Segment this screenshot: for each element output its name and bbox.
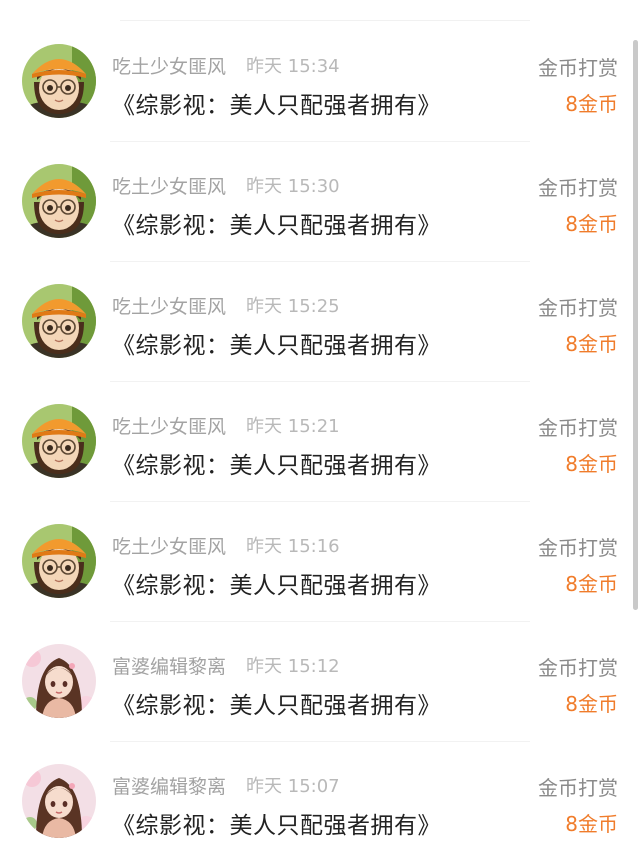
reward-amount: 8金币 (565, 812, 618, 836)
meta-line: 吃土少女匪风 昨天 15:16 (112, 532, 340, 558)
orange-hat-girl-avatar-icon (22, 284, 96, 358)
meta-line: 吃土少女匪风 昨天 15:21 (112, 412, 340, 438)
list-item[interactable]: 吃土少女匪风 昨天 15:16 《综影视：美人只配强者拥有》 金币打赏 8金币 (0, 502, 640, 622)
reward-type-label: 金币打赏 (538, 776, 618, 800)
meta-line: 富婆编辑黎离 昨天 15:07 (112, 772, 340, 798)
reward-amount: 8金币 (565, 212, 618, 236)
username[interactable]: 富婆编辑黎离 (112, 652, 226, 679)
avatar-orange-hat-girl[interactable] (22, 44, 96, 118)
top-divider (120, 20, 530, 21)
scrollbar[interactable] (633, 40, 638, 610)
reward-amount: 8金币 (565, 452, 618, 476)
meta-line: 富婆编辑黎离 昨天 15:12 (112, 652, 340, 678)
orange-hat-girl-avatar-icon (22, 524, 96, 598)
book-title[interactable]: 《综影视：美人只配强者拥有》 (112, 326, 441, 360)
avatar-orange-hat-girl[interactable] (22, 164, 96, 238)
book-title[interactable]: 《综影视：美人只配强者拥有》 (112, 566, 441, 600)
meta-line: 吃土少女匪风 昨天 15:34 (112, 52, 340, 78)
book-title[interactable]: 《综影视：美人只配强者拥有》 (112, 206, 441, 240)
timestamp: 昨天 15:07 (246, 776, 340, 797)
orange-hat-girl-avatar-icon (22, 404, 96, 478)
book-title[interactable]: 《综影视：美人只配强者拥有》 (112, 686, 441, 720)
reward-amount: 8金币 (565, 92, 618, 116)
username[interactable]: 吃土少女匪风 (112, 52, 226, 79)
avatar-orange-hat-girl[interactable] (22, 284, 96, 358)
avatar-orange-hat-girl[interactable] (22, 524, 96, 598)
list-item[interactable]: 吃土少女匪风 昨天 15:30 《综影视：美人只配强者拥有》 金币打赏 8金币 (0, 142, 640, 262)
reward-type-label: 金币打赏 (538, 536, 618, 560)
long-hair-woman-avatar-icon (22, 764, 96, 838)
orange-hat-girl-avatar-icon (22, 164, 96, 238)
timestamp: 昨天 15:16 (246, 536, 340, 557)
username[interactable]: 富婆编辑黎离 (112, 772, 226, 799)
orange-hat-girl-avatar-icon (22, 44, 96, 118)
username[interactable]: 吃土少女匪风 (112, 532, 226, 559)
timestamp: 昨天 15:12 (246, 656, 340, 677)
meta-line: 吃土少女匪风 昨天 15:25 (112, 292, 340, 318)
avatar-orange-hat-girl[interactable] (22, 404, 96, 478)
long-hair-woman-avatar-icon (22, 644, 96, 718)
scrollbar-thumb[interactable] (633, 40, 638, 610)
username[interactable]: 吃土少女匪风 (112, 172, 226, 199)
timestamp: 昨天 15:34 (246, 56, 340, 77)
avatar-long-hair-woman[interactable] (22, 644, 96, 718)
reward-type-label: 金币打赏 (538, 416, 618, 440)
book-title[interactable]: 《综影视：美人只配强者拥有》 (112, 446, 441, 480)
reward-type-label: 金币打赏 (538, 656, 618, 680)
reward-amount: 8金币 (565, 332, 618, 356)
meta-line: 吃土少女匪风 昨天 15:30 (112, 172, 340, 198)
timestamp: 昨天 15:21 (246, 416, 340, 437)
list-item[interactable]: 吃土少女匪风 昨天 15:34 《综影视：美人只配强者拥有》 金币打赏 8金币 (0, 22, 640, 142)
reward-amount: 8金币 (565, 692, 618, 716)
list-item[interactable]: 富婆编辑黎离 昨天 15:07 《综影视：美人只配强者拥有》 金币打赏 8金币 (0, 742, 640, 843)
reward-list: 吃土少女匪风 昨天 15:34 《综影视：美人只配强者拥有》 金币打赏 8金币 (0, 22, 640, 843)
book-title[interactable]: 《综影视：美人只配强者拥有》 (112, 86, 441, 120)
reward-type-label: 金币打赏 (538, 296, 618, 320)
timestamp: 昨天 15:30 (246, 176, 340, 197)
avatar-long-hair-woman[interactable] (22, 764, 96, 838)
reward-amount: 8金币 (565, 572, 618, 596)
username[interactable]: 吃土少女匪风 (112, 412, 226, 439)
timestamp: 昨天 15:25 (246, 296, 340, 317)
reward-type-label: 金币打赏 (538, 56, 618, 80)
list-item[interactable]: 富婆编辑黎离 昨天 15:12 《综影视：美人只配强者拥有》 金币打赏 8金币 (0, 622, 640, 742)
reward-type-label: 金币打赏 (538, 176, 618, 200)
book-title[interactable]: 《综影视：美人只配强者拥有》 (112, 806, 441, 840)
list-item[interactable]: 吃土少女匪风 昨天 15:21 《综影视：美人只配强者拥有》 金币打赏 8金币 (0, 382, 640, 502)
list-item[interactable]: 吃土少女匪风 昨天 15:25 《综影视：美人只配强者拥有》 金币打赏 8金币 (0, 262, 640, 382)
username[interactable]: 吃土少女匪风 (112, 292, 226, 319)
